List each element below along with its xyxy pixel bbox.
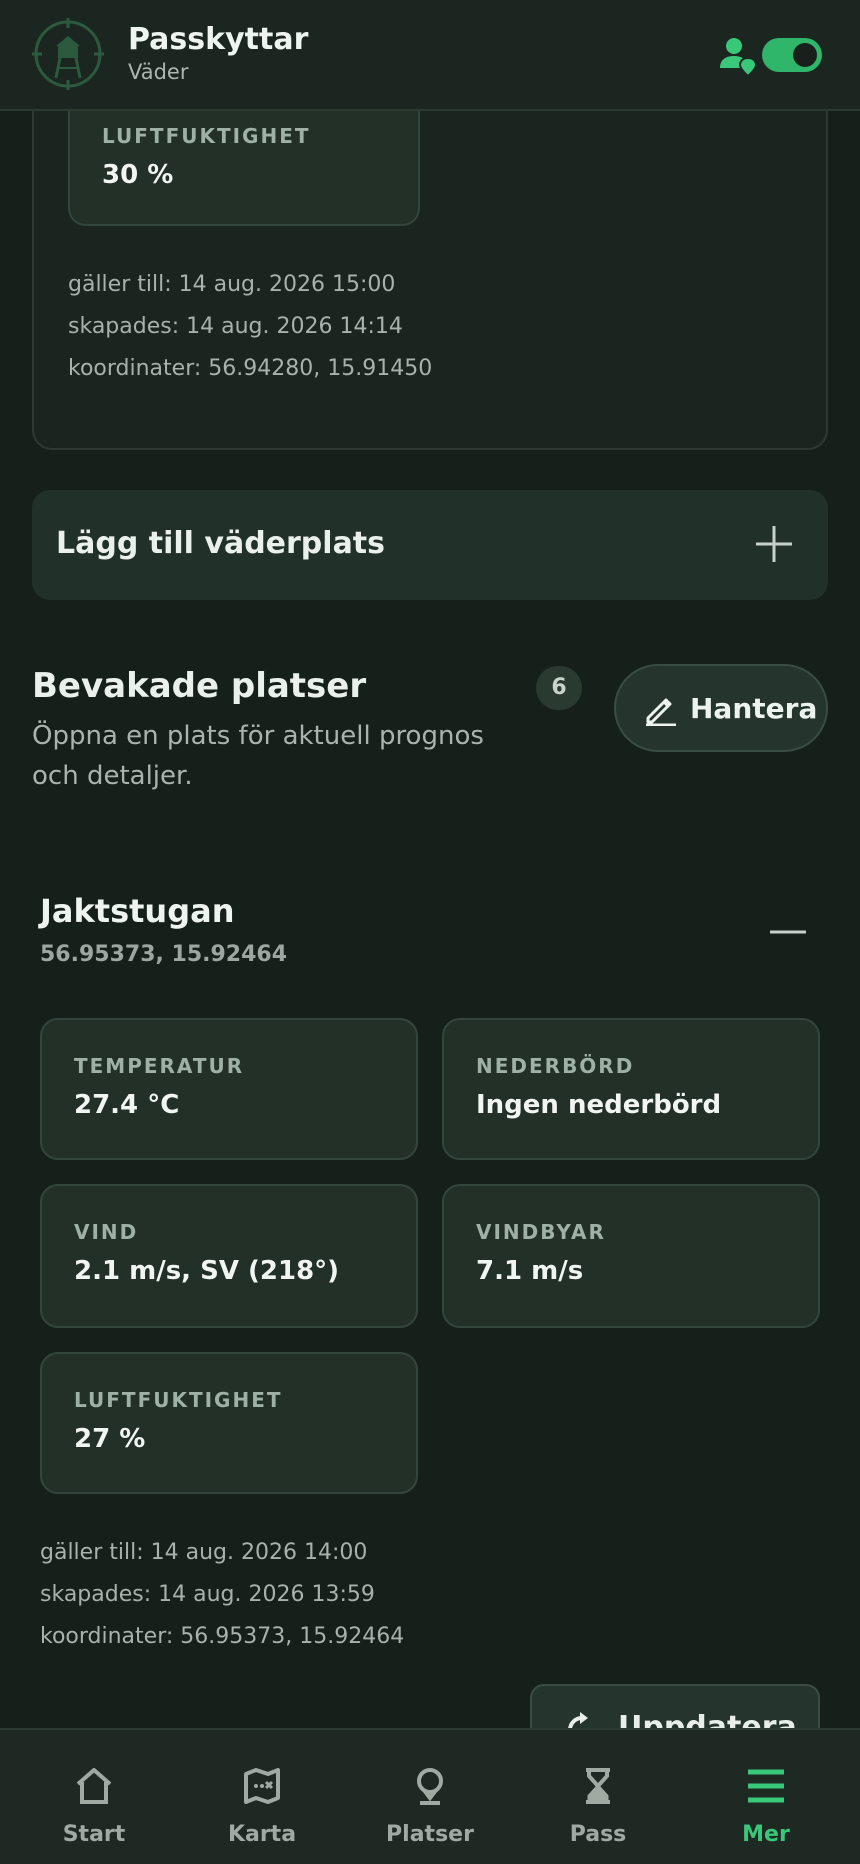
temperature-tile: TEMPERATUR 27.4 °C (40, 1018, 418, 1160)
nav-item-start[interactable]: Start (8, 1730, 180, 1864)
tile-label: VIND (74, 1220, 139, 1244)
precipitation-tile: NEDERBÖRD Ingen nederbörd (442, 1018, 820, 1160)
nav-label: Start (62, 1822, 126, 1847)
user-location-icon[interactable] (720, 36, 756, 76)
pencil-icon (646, 698, 676, 726)
created-at: skapades: 14 aug. 2026 13:59 (40, 1582, 375, 1607)
bottom-navigation: Start Karta Platser Pass Mer (0, 1728, 860, 1864)
app-title: Passkyttar (128, 22, 309, 57)
map-icon (244, 1768, 280, 1804)
coordinates: koordinater: 56.94280, 15.91450 (68, 356, 433, 381)
place-name[interactable]: Jaktstugan (40, 892, 234, 930)
hourglass-icon (586, 1768, 610, 1804)
collapse-icon[interactable] (768, 920, 808, 944)
coordinates: koordinater: 56.95373, 15.92464 (40, 1624, 405, 1649)
location-pin-icon (417, 1768, 443, 1805)
hunting-tower-logo-icon (32, 18, 104, 90)
nav-item-mer[interactable]: Mer (680, 1730, 852, 1864)
tile-label: LUFTFUKTIGHET (102, 124, 311, 148)
section-title: Bevakade platser (32, 666, 367, 706)
tile-label: VINDBYAR (476, 1220, 606, 1244)
nav-item-platser[interactable]: Platser (344, 1730, 516, 1864)
nav-item-pass[interactable]: Pass (512, 1730, 684, 1864)
tile-value: Ingen nederbörd (476, 1090, 722, 1120)
tile-label: NEDERBÖRD (476, 1054, 635, 1078)
valid-until: gäller till: 14 aug. 2026 14:00 (40, 1540, 368, 1565)
mode-toggle[interactable] (762, 38, 822, 72)
add-location-label: Lägg till väderplats (56, 526, 386, 561)
weather-card-previous: LUFTFUKTIGHET 30 % gäller till: 14 aug. … (32, 60, 828, 450)
app-header: Passkyttar Väder (0, 0, 860, 111)
nav-label: Pass (569, 1822, 627, 1847)
wind-tile: VIND 2.1 m/s, SV (218°) (40, 1184, 418, 1328)
created-at: skapades: 14 aug. 2026 14:14 (68, 314, 403, 339)
tile-value: 30 % (102, 160, 174, 190)
valid-until: gäller till: 14 aug. 2026 15:00 (68, 272, 396, 297)
toggle-knob (793, 43, 817, 67)
tile-value: 7.1 m/s (476, 1256, 584, 1286)
section-description: Öppna en plats för aktuell prognos och d… (32, 721, 484, 791)
tile-label: TEMPERATUR (74, 1054, 245, 1078)
tile-value: 27 % (74, 1424, 146, 1454)
gusts-tile: VINDBYAR 7.1 m/s (442, 1184, 820, 1328)
tile-value: 27.4 °C (74, 1090, 180, 1120)
add-weather-location-button[interactable]: Lägg till väderplats (32, 490, 828, 600)
count-badge: 6 (536, 666, 582, 710)
page-subtitle: Väder (128, 60, 189, 84)
weather-page: LUFTFUKTIGHET 30 % gäller till: 14 aug. … (0, 0, 860, 1864)
menu-icon (748, 1769, 784, 1803)
humidity-tile: LUFTFUKTIGHET 27 % (40, 1352, 418, 1494)
plus-icon (756, 526, 792, 562)
nav-label: Karta (227, 1822, 297, 1847)
place-coordinates: 56.95373, 15.92464 (40, 942, 288, 967)
tile-label: LUFTFUKTIGHET (74, 1388, 283, 1412)
nav-item-karta[interactable]: Karta (176, 1730, 348, 1864)
nav-label: Platser (386, 1822, 474, 1847)
manage-label: Hantera (690, 692, 818, 725)
home-icon (76, 1768, 112, 1804)
nav-label: Mer (742, 1822, 790, 1847)
tile-value: 2.1 m/s, SV (218°) (74, 1256, 340, 1286)
manage-button[interactable]: Hantera (614, 664, 828, 752)
